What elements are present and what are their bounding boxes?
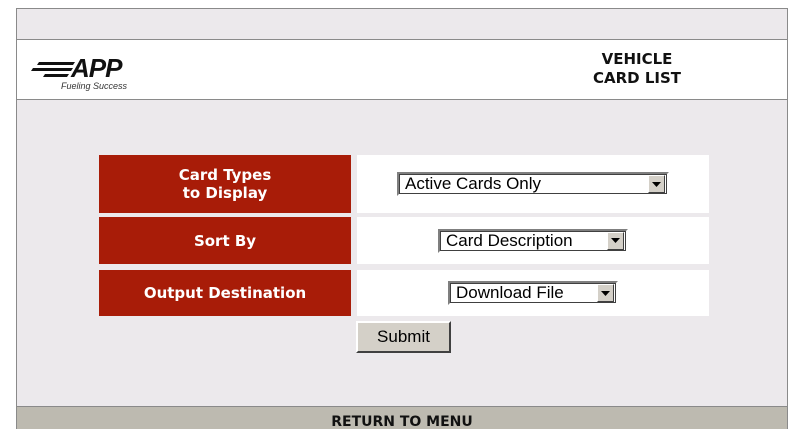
form-area: Card Types to Display Active Cards Only …	[17, 100, 787, 406]
card-types-label-line2: to Display	[182, 184, 268, 202]
output-destination-cell: Download File	[357, 270, 709, 316]
output-destination-selected: Download File	[456, 283, 564, 302]
card-types-selected: Active Cards Only	[405, 174, 542, 193]
return-to-menu-link[interactable]: RETURN TO MENU	[17, 406, 787, 429]
card-types-cell: Active Cards Only	[357, 155, 709, 213]
page-title: VEHICLE CARD LIST	[547, 50, 727, 88]
output-destination-row: Output Destination Download File	[99, 270, 709, 316]
header: APP Fueling Success VEHICLE CARD LIST	[17, 40, 787, 100]
card-types-row: Card Types to Display Active Cards Only	[99, 155, 709, 213]
sort-by-row: Sort By Card Description	[99, 217, 709, 264]
app-logo-mark: APP	[31, 53, 124, 83]
output-destination-select[interactable]: Download File	[448, 281, 618, 305]
card-types-select[interactable]: Active Cards Only	[397, 172, 669, 196]
card-types-label-line1: Card Types	[178, 166, 272, 184]
sort-by-select[interactable]: Card Description	[438, 228, 628, 253]
output-destination-label: Output Destination	[99, 270, 351, 316]
brand-tagline: Fueling Success	[61, 81, 128, 91]
sort-by-selected: Card Description	[446, 230, 573, 250]
sort-by-label: Sort By	[99, 217, 351, 264]
page-frame: APP Fueling Success VEHICLE CARD LIST Ca…	[16, 8, 788, 429]
svg-text:APP: APP	[70, 53, 123, 83]
chevron-down-icon[interactable]	[607, 231, 624, 250]
page-title-line2: CARD LIST	[592, 69, 681, 87]
top-band	[17, 8, 787, 40]
sort-by-cell: Card Description	[357, 217, 709, 264]
card-types-label: Card Types to Display	[99, 155, 351, 213]
page-title-line1: VEHICLE	[601, 50, 673, 68]
chevron-down-icon[interactable]	[597, 284, 614, 302]
submit-button[interactable]: Submit	[356, 321, 451, 353]
chevron-down-icon[interactable]	[648, 175, 665, 193]
